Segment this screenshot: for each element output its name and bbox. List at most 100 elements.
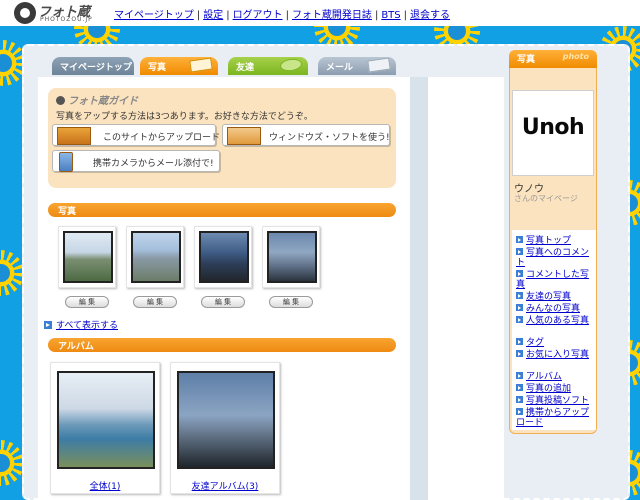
sun-decoration	[80, 26, 114, 46]
sidebar-item-mobile-upload[interactable]: 携帯からアップロード	[516, 408, 594, 428]
arrow-right-icon	[516, 408, 523, 415]
link-withdraw[interactable]: 退会する	[410, 10, 450, 21]
mobile-mail-upload-button[interactable]: 携帯カメラからメール添付で!	[52, 150, 220, 172]
sidebar-item-photo-comments[interactable]: 写真へのコメント	[516, 248, 594, 268]
content-gutter	[410, 77, 428, 500]
link-settings[interactable]: 設定	[203, 10, 223, 21]
album-label-all[interactable]: 全体(1)	[51, 479, 159, 492]
top-header: フォト蔵 PHOTOZOU.JP マイページトップ | 設定 | ログアウト | フォト蔵開…	[0, 0, 640, 26]
guide-title: フォト蔵ガイド	[56, 92, 138, 107]
guide-text: 写真をアップする方法は3つあります。お好きな方法でどうぞ。	[56, 112, 313, 122]
camera-lens-icon	[56, 96, 65, 105]
album-label-friends[interactable]: 友達アルバム(3)	[171, 479, 279, 492]
sidebar-item-friend-photos[interactable]: 友達の写真	[516, 292, 594, 302]
edit-photo-button[interactable]: 編 集	[201, 296, 245, 308]
tab-photo[interactable]: 写真	[140, 57, 218, 75]
photo-section-header: 写真	[48, 203, 396, 217]
tab-label: メール	[326, 63, 354, 73]
album-card[interactable]: 友達アルバム(3)	[170, 362, 280, 494]
arrow-right-icon	[516, 338, 523, 345]
separator: |	[196, 10, 201, 21]
photo-thumbnail[interactable]	[58, 226, 116, 288]
link-label: すべて表示する	[56, 321, 119, 331]
sidebar-item-label: 友達の写真	[526, 292, 572, 302]
button-label: このサイトからアップロード	[103, 133, 221, 143]
sidebar-item-label: アルバム	[526, 372, 562, 382]
tab-label: 友達	[236, 63, 255, 73]
link-dev-blog[interactable]: フォト蔵開発日誌	[292, 10, 372, 21]
photo-image[interactable]	[131, 231, 181, 283]
edit-photo-button[interactable]: 編 集	[65, 296, 109, 308]
button-label: 携帯カメラからメール添付で!	[93, 159, 214, 169]
windows-software-button[interactable]: ウィンドウズ・ソフトを使う!	[222, 124, 390, 146]
sidebar-item-label: 写真投稿ソフト	[526, 396, 590, 406]
section-title: 写真	[58, 207, 77, 217]
sidebar-header: 写真 photo	[509, 50, 597, 68]
link-logout[interactable]: ログアウト	[233, 10, 283, 21]
tab-label: 写真	[148, 63, 167, 73]
sidebar-item-popular-photos[interactable]: 人気のある写真	[516, 316, 594, 326]
link-mypage-top[interactable]: マイページトップ	[114, 10, 194, 21]
separator: |	[403, 10, 408, 21]
link-bts[interactable]: BTS	[381, 10, 400, 21]
photozou-logo[interactable]: フォト蔵 PHOTOZOU.JP	[14, 2, 102, 24]
sidebar-item-photo-top[interactable]: 写真トップ	[516, 236, 594, 246]
sidebar-item-everyone-photos[interactable]: みんなの写真	[516, 304, 594, 314]
sidebar-item-label: 携帯からアップロード	[516, 408, 590, 428]
separator: |	[226, 10, 230, 21]
arrow-right-icon	[516, 248, 523, 255]
tab-mypage-top[interactable]: マイページトップ	[52, 57, 134, 75]
sidebar-item-label: 写真トップ	[526, 236, 572, 246]
arrow-right-icon	[516, 350, 523, 357]
arrow-right-icon	[516, 316, 523, 323]
section-title: アルバム	[58, 342, 94, 352]
arrow-right-icon	[516, 270, 523, 277]
tab-friend[interactable]: 友達	[228, 57, 308, 75]
arrow-right-icon	[516, 396, 523, 403]
photo-image[interactable]	[63, 231, 113, 283]
sidebar-item-tags[interactable]: タグ	[516, 338, 594, 348]
sidebar-item-commented-photos[interactable]: コメントした写真	[516, 270, 594, 290]
sidebar-item-favorites[interactable]: お気に入り写真	[516, 350, 594, 360]
sidebar-title: 写真	[517, 55, 536, 65]
photo-thumbnail[interactable]	[262, 226, 320, 288]
sidebar-item-add-photo[interactable]: 写真の追加	[516, 384, 594, 394]
button-label: ウィンドウズ・ソフトを使う!	[269, 133, 390, 143]
sun-decoration	[0, 446, 18, 480]
guide-title-text: フォト蔵ガイド	[68, 96, 138, 107]
arrow-right-icon	[516, 304, 523, 311]
separator: |	[374, 10, 379, 21]
avatar[interactable]: Unoh	[512, 90, 594, 176]
sidebar-title-en: photo	[562, 52, 589, 61]
sidebar-item-label: 写真へのコメント	[516, 248, 590, 268]
sidebar-item-label: コメントした写真	[516, 270, 590, 290]
album-card[interactable]: 全体(1)	[50, 362, 160, 494]
envelope-icon	[367, 57, 391, 73]
photo-image[interactable]	[267, 231, 317, 283]
sidebar-item-upload-software[interactable]: 写真投稿ソフト	[516, 396, 594, 406]
sun-decoration	[0, 256, 18, 290]
edit-photo-button[interactable]: 編 集	[133, 296, 177, 308]
avatar-text: Unoh	[521, 115, 585, 140]
arrow-right-icon	[516, 372, 523, 379]
show-all-photos-link[interactable]: すべて表示する	[44, 318, 118, 331]
browser-upload-icon	[57, 127, 91, 145]
edit-photo-button[interactable]: 編 集	[269, 296, 313, 308]
upload-from-site-button[interactable]: このサイトからアップロード	[52, 124, 220, 146]
logo-subtext: PHOTOZOU.JP	[40, 16, 93, 23]
photo-image[interactable]	[199, 231, 249, 283]
album-cover-image[interactable]	[177, 371, 275, 469]
sidebar-item-label: 写真の追加	[526, 384, 572, 394]
sidebar-item-label: みんなの写真	[526, 304, 581, 314]
sun-decoration	[320, 26, 354, 44]
arrow-right-icon	[44, 321, 52, 329]
sidebar-links: 写真トップ 写真へのコメント コメントした写真 友達の写真 みんなの写真 人気の…	[512, 230, 596, 430]
photo-thumbnail[interactable]	[194, 226, 252, 288]
friends-icon	[279, 57, 303, 73]
arrow-right-icon	[516, 292, 523, 299]
sidebar-item-albums[interactable]: アルバム	[516, 372, 594, 382]
tab-mail[interactable]: メール	[318, 57, 396, 75]
photo-thumbnail[interactable]	[126, 226, 184, 288]
arrow-right-icon	[516, 384, 523, 391]
album-cover-image[interactable]	[57, 371, 155, 469]
